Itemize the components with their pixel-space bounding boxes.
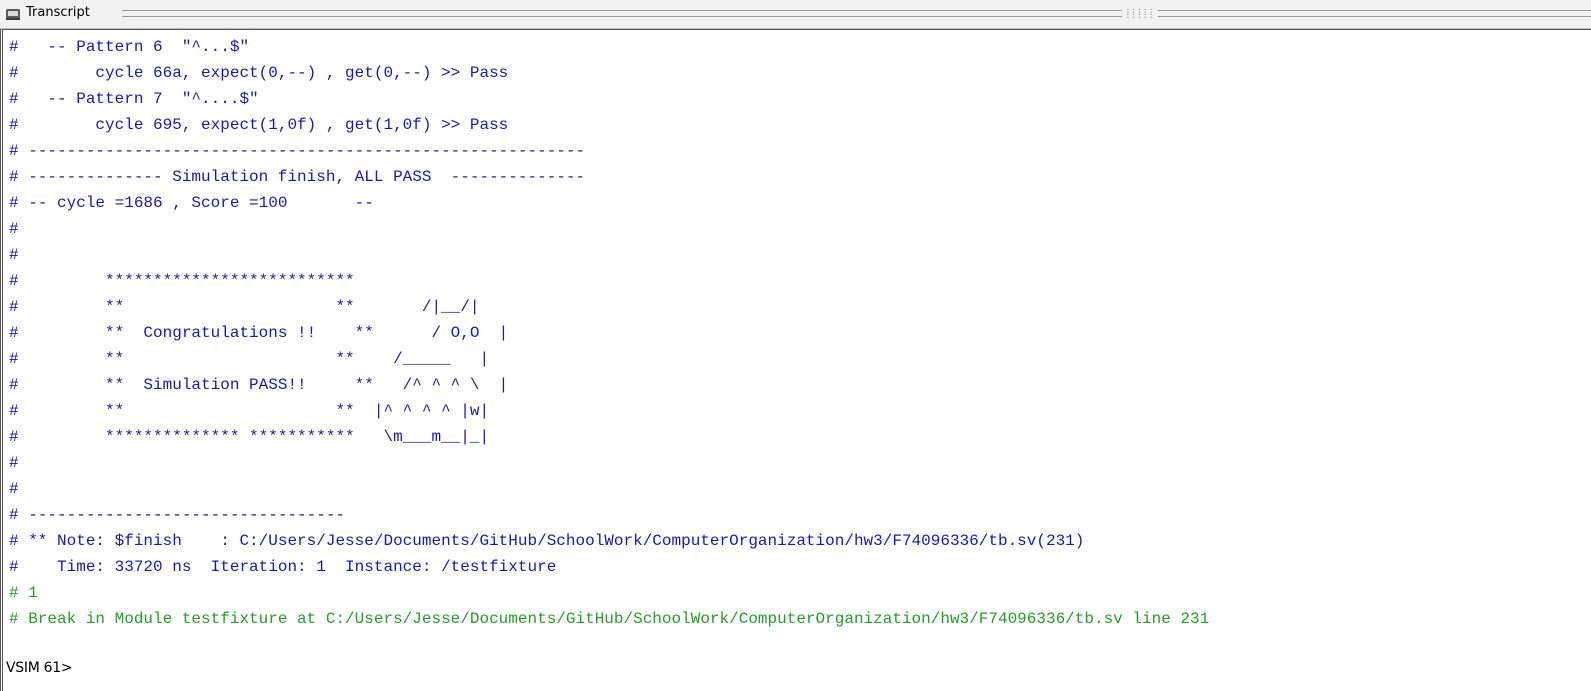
transcript-line: # cycle 695, expect(1,0f) , get(1,0f) >>… bbox=[9, 116, 509, 134]
transcript-line: # -- cycle =1686 , Score =100 -- bbox=[9, 194, 374, 212]
transcript-line: # bbox=[9, 454, 19, 472]
transcript-line: # bbox=[9, 480, 19, 498]
transcript-line: # --------------------------------- bbox=[9, 506, 346, 524]
transcript-line: # ** Simulation PASS!! ** /^ ^ ^ \ | bbox=[9, 376, 509, 394]
command-prompt[interactable]: VSIM 61> bbox=[6, 660, 73, 676]
transcript-line: # -------------- Simulation finish, ALL … bbox=[9, 168, 586, 186]
transcript-line: # ************** *********** \m___m__|_| bbox=[9, 428, 490, 446]
transcript-icon bbox=[5, 6, 21, 22]
transcript-content[interactable]: # -- Pattern 6 "^...$" # cycle 66a, expec… bbox=[0, 29, 1591, 691]
transcript-lines: # -- Pattern 6 "^...$" # cycle 66a, expec… bbox=[9, 34, 1209, 632]
transcript-line: # ** ** /_____ | bbox=[9, 350, 490, 368]
transcript-line: # bbox=[9, 246, 19, 264]
transcript-line: # ** Note: $finish : C:/Users/Jesse/Docu… bbox=[9, 532, 1085, 550]
transcript-line: # -- Pattern 6 "^...$" bbox=[9, 38, 250, 56]
transcript-line: # --------------------------------------… bbox=[9, 142, 586, 160]
titlebar-rule-left bbox=[122, 10, 1122, 17]
transcript-line: # Time: 33720 ns Iteration: 1 Instance: … bbox=[9, 558, 557, 576]
transcript-line: # cycle 66a, expect(0,--) , get(0,--) >>… bbox=[9, 64, 509, 82]
transcript-line: # 1 bbox=[9, 584, 38, 602]
transcript-line: # -- Pattern 7 "^....$" bbox=[9, 90, 259, 108]
drag-grip-icon[interactable]: :::::::::: bbox=[1122, 7, 1158, 20]
transcript-line: # ** Congratulations !! ** / O,O | bbox=[9, 324, 509, 342]
transcript-line: # bbox=[9, 220, 19, 238]
window-title: Transcript bbox=[26, 5, 90, 20]
titlebar-rule-right bbox=[1158, 10, 1591, 17]
transcript-line: # ************************** bbox=[9, 272, 355, 290]
transcript-window: Transcript :::::::::: # -- Pattern 6 "^.… bbox=[0, 0, 1591, 691]
transcript-line: # ** ** /|__/| bbox=[9, 298, 480, 316]
transcript-titlebar[interactable]: Transcript :::::::::: bbox=[0, 0, 1591, 29]
transcript-line: # Break in Module testfixture at C:/User… bbox=[9, 610, 1210, 628]
transcript-line: # ** ** |^ ^ ^ ^ |w| bbox=[9, 402, 490, 420]
